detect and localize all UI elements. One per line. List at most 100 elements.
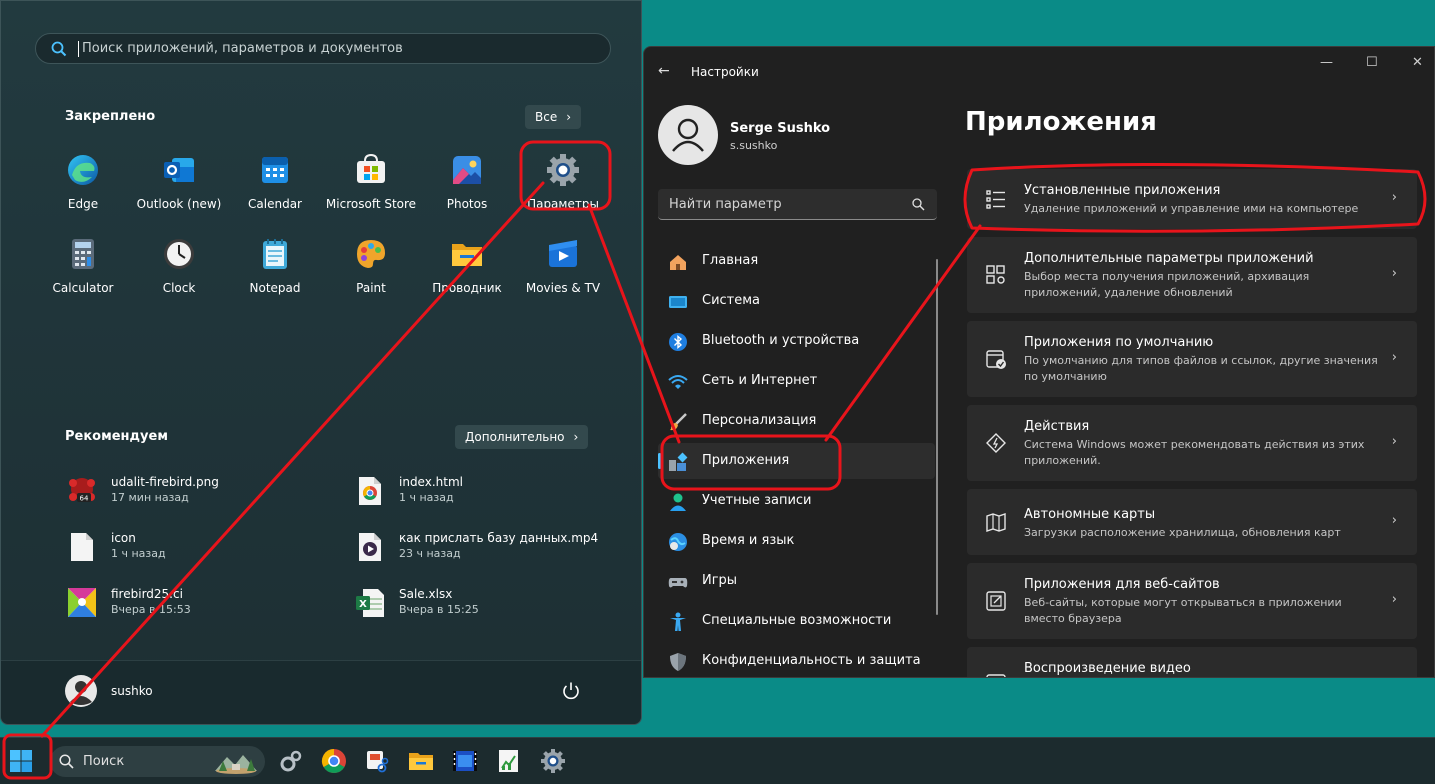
pinned-app-outlook[interactable]: Outlook (new) xyxy=(131,153,227,211)
nav-label: Главная xyxy=(702,253,759,268)
windows-logo-icon xyxy=(10,750,32,772)
nav-item-privacy[interactable]: Конфиденциальность и защита xyxy=(658,643,935,677)
pinned-app-file-explorer[interactable]: Проводник xyxy=(419,237,515,295)
nav-scrollbar[interactable] xyxy=(936,259,938,615)
png-file-icon: 64 xyxy=(69,478,95,503)
all-apps-button[interactable]: Все › xyxy=(525,105,582,129)
nav-item-time-language[interactable]: Время и язык xyxy=(658,523,935,559)
chevron-right-icon: › xyxy=(1391,592,1397,607)
clock-icon xyxy=(164,239,194,269)
card-video-playback[interactable]: Воспроизведение видео xyxy=(967,647,1417,677)
start-menu: Поиск приложений, параметров и документо… xyxy=(0,0,642,725)
file-time: 1 ч назад xyxy=(111,547,166,560)
user-account-button[interactable] xyxy=(65,675,97,707)
card-actions[interactable]: Действия Система Windows может рекомендо… xyxy=(967,405,1417,481)
settings-window: ← Настройки — ☐ ✕ Serge Sushko s.sushko … xyxy=(643,46,1435,678)
start-menu-footer: sushko xyxy=(1,660,641,724)
pinned-app-edge[interactable]: Edge xyxy=(35,153,131,211)
pinned-app-movies-tv[interactable]: Movies & TV xyxy=(515,237,611,295)
file-name: firebird25.ci xyxy=(111,587,183,601)
apps-settings-icon xyxy=(986,265,1005,284)
taskbar-search-label: Поиск xyxy=(83,754,125,769)
back-button[interactable]: ← xyxy=(658,63,670,79)
recommended-item[interactable]: X Sale.xlsx Вчера в 15:25 xyxy=(355,587,605,623)
nav-label: Система xyxy=(702,293,761,308)
pinned-app-calculator[interactable]: Calculator xyxy=(35,237,131,295)
file-explorer-icon[interactable] xyxy=(408,748,434,774)
recommended-item[interactable]: как прислать базу данных.mp4 23 ч назад xyxy=(355,531,615,567)
actions-icon xyxy=(986,433,1006,453)
card-offline-maps[interactable]: Автономные карты Загрузки расположение х… xyxy=(967,489,1417,555)
card-title: Автономные карты xyxy=(1024,507,1156,522)
pinned-app-photos[interactable]: Photos xyxy=(419,153,515,211)
nav-label: Персонализация xyxy=(702,413,817,428)
nav-item-home[interactable]: Главная xyxy=(658,243,935,279)
svg-text:64: 64 xyxy=(80,495,89,503)
settings-icon[interactable] xyxy=(278,748,304,774)
recommended-item[interactable]: firebird25.ci Вчера в 15:53 xyxy=(67,587,317,623)
pinned-app-paint[interactable]: Paint xyxy=(323,237,419,295)
card-title: Установленные приложения xyxy=(1024,183,1221,198)
close-icon: ✕ xyxy=(1412,55,1423,70)
back-arrow-icon: ← xyxy=(658,63,670,79)
settings-search-input[interactable]: Найти параметр xyxy=(658,189,937,220)
nav-item-accounts[interactable]: Учетные записи xyxy=(658,483,935,519)
start-search-box[interactable]: Поиск приложений, параметров и документо… xyxy=(35,33,611,64)
search-icon xyxy=(51,41,67,57)
maximize-button[interactable]: ☐ xyxy=(1366,55,1378,70)
pinned-app-clock[interactable]: Clock xyxy=(131,237,227,295)
nav-item-personalization[interactable]: Персонализация xyxy=(658,403,935,439)
card-default-apps[interactable]: Приложения по умолчанию По умолчанию для… xyxy=(967,321,1417,397)
recommended-item[interactable]: 64 udalit-firebird.png 17 мин назад xyxy=(67,475,317,511)
minimize-button[interactable]: — xyxy=(1320,55,1333,70)
card-apps-for-websites[interactable]: Приложения для веб-сайтов Веб-сайты, кот… xyxy=(967,563,1417,639)
taskbar-search-box[interactable]: Поиск xyxy=(50,746,265,777)
pinned-app-microsoft-store[interactable]: Microsoft Store xyxy=(323,153,419,211)
recommended-item[interactable]: icon 1 ч назад xyxy=(67,531,317,567)
chevron-right-icon: › xyxy=(1391,350,1397,365)
chrome-html-icon xyxy=(359,477,381,505)
nav-item-bluetooth[interactable]: Bluetooth и устройства xyxy=(658,323,935,359)
more-label: Дополнительно xyxy=(465,430,565,444)
pinned-app-notepad[interactable]: Notepad xyxy=(227,237,323,295)
nav-item-network[interactable]: Сеть и Интернет xyxy=(658,363,935,399)
home-icon xyxy=(670,255,686,270)
nav-item-system[interactable]: Система xyxy=(658,283,935,319)
nav-item-gaming[interactable]: Игры xyxy=(658,563,935,599)
selection-indicator xyxy=(658,453,661,469)
app-label: Microsoft Store xyxy=(325,197,417,211)
card-advanced-app-settings[interactable]: Дополнительные параметры приложений Выбо… xyxy=(967,237,1417,313)
settings-user-name: Serge Sushko xyxy=(730,121,831,136)
close-button[interactable]: ✕ xyxy=(1412,55,1423,70)
bluetooth-icon xyxy=(669,333,687,351)
system-icon xyxy=(669,296,687,308)
nav-item-apps[interactable]: Приложения xyxy=(658,443,935,479)
snipping-tool-icon[interactable] xyxy=(364,748,390,774)
gamepad-icon xyxy=(668,578,688,588)
chevron-right-icon: › xyxy=(573,430,579,444)
settings-avatar[interactable] xyxy=(658,105,718,165)
file-name: как прислать базу данных.mp4 xyxy=(399,531,599,545)
movie-maker-icon[interactable] xyxy=(452,748,478,774)
recommended-item[interactable]: index.html 1 ч назад xyxy=(355,475,605,511)
video-file-icon xyxy=(359,533,381,561)
chrome-icon[interactable] xyxy=(321,748,347,774)
app-label: Photos xyxy=(446,197,488,211)
start-button[interactable] xyxy=(6,746,36,776)
notepad-chart-icon[interactable] xyxy=(496,748,522,774)
more-recommended-button[interactable]: Дополнительно › xyxy=(455,425,589,449)
start-user-name: sushko xyxy=(111,684,153,698)
pinned-app-settings[interactable]: Параметры xyxy=(515,153,611,211)
pinned-app-calendar[interactable]: Calendar xyxy=(227,153,323,211)
power-button[interactable] xyxy=(559,679,583,703)
search-highlight-landscape-icon xyxy=(215,755,257,774)
file-name: Sale.xlsx xyxy=(399,587,453,601)
nav-label: Учетные записи xyxy=(702,493,812,508)
app-label: Edge xyxy=(67,197,99,211)
nav-label: Специальные возможности xyxy=(702,613,892,628)
app-label: Проводник xyxy=(432,281,502,295)
nav-item-accessibility[interactable]: Специальные возможности xyxy=(658,603,935,639)
video-icon xyxy=(986,674,1006,677)
card-installed-apps[interactable]: Установленные приложения Удаление прилож… xyxy=(967,169,1417,229)
settings-gear-icon[interactable] xyxy=(540,748,566,774)
